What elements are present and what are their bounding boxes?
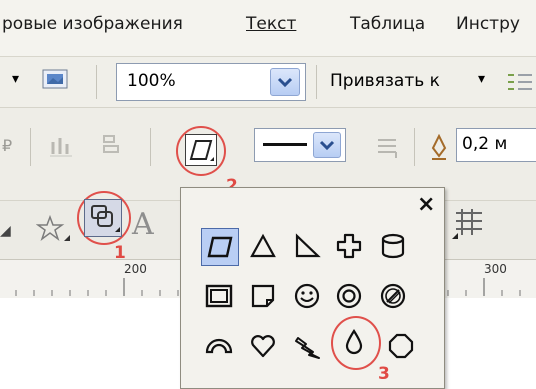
menu-item-bitmaps[interactable]: ровые изображения — [2, 14, 183, 34]
snap-dropdown-icon[interactable]: ▾ — [478, 71, 485, 87]
menu-item-text[interactable]: Текст — [246, 14, 296, 34]
heart-shape-icon[interactable] — [245, 328, 281, 364]
toolbar-separator — [316, 65, 317, 99]
distribute-icon[interactable] — [100, 132, 140, 162]
standard-toolbar: ▾ 100% Привязать к ▾ — [0, 57, 536, 108]
outline-style-dropdown[interactable] — [254, 128, 346, 162]
smiley-shape-icon[interactable] — [289, 278, 325, 314]
basic-shapes-tool-button[interactable] — [84, 199, 122, 237]
folded-corner-shape-icon[interactable] — [245, 278, 281, 314]
perfect-shapes-button[interactable] — [185, 134, 217, 166]
donut-shape-icon[interactable] — [331, 278, 367, 314]
disabled-icon: ₽ — [2, 136, 13, 155]
menu-item-tools[interactable]: Инстру — [456, 14, 520, 34]
triangle-shape-icon[interactable] — [245, 228, 281, 264]
zoom-level-value: 100% — [127, 71, 176, 91]
frame-shape-icon[interactable] — [201, 278, 237, 314]
align-icon[interactable] — [48, 132, 88, 162]
solid-line-icon — [263, 143, 307, 146]
zoom-dropdown-button[interactable] — [270, 68, 300, 96]
snap-to-label[interactable]: Привязать к — [330, 71, 440, 91]
outline-pen-icon[interactable] — [428, 133, 450, 162]
table-tool-icon[interactable] — [452, 207, 488, 247]
toolbar-separator — [150, 128, 151, 166]
image-icon[interactable] — [40, 65, 72, 95]
drop-shape-icon[interactable] — [336, 324, 372, 360]
no-symbol-shape-icon[interactable] — [375, 278, 411, 314]
arch-shape-icon[interactable] — [201, 328, 237, 364]
outline-style-dropdown-button[interactable] — [313, 132, 341, 158]
octagon-shape-icon[interactable] — [383, 328, 419, 364]
parallelogram-shape-icon[interactable] — [201, 228, 239, 266]
zoom-level-field[interactable]: 100% — [116, 63, 306, 101]
outline-width-field[interactable]: 0,2 м — [456, 128, 536, 162]
basic-shapes-flyout: × 3 — [180, 187, 445, 389]
cylinder-shape-icon[interactable] — [375, 228, 411, 264]
snap-options-icon[interactable] — [504, 67, 534, 97]
outline-width-value: 0,2 м — [462, 134, 508, 154]
text-tool-icon[interactable]: A — [132, 207, 154, 242]
outline-end-icon[interactable] — [374, 134, 404, 164]
cross-shape-icon[interactable] — [331, 228, 367, 264]
lightning-shape-icon[interactable] — [289, 328, 325, 364]
menu-bar: ровые изображения Текст Таблица Инстру — [0, 0, 536, 57]
flyout-close-button[interactable]: × — [417, 192, 435, 217]
dropdown-arrow-icon[interactable]: ▾ — [12, 71, 19, 87]
toolbar-separator — [96, 65, 97, 99]
menu-item-table[interactable]: Таблица — [350, 14, 425, 34]
toolbar-separator — [30, 128, 31, 166]
toolbox-flyout-arrow: ◢ — [0, 223, 11, 239]
right-triangle-shape-icon[interactable] — [289, 228, 325, 264]
toolbar-separator — [414, 128, 415, 166]
star-tool-icon[interactable] — [35, 213, 72, 247]
marker-3: 3 — [378, 364, 390, 384]
